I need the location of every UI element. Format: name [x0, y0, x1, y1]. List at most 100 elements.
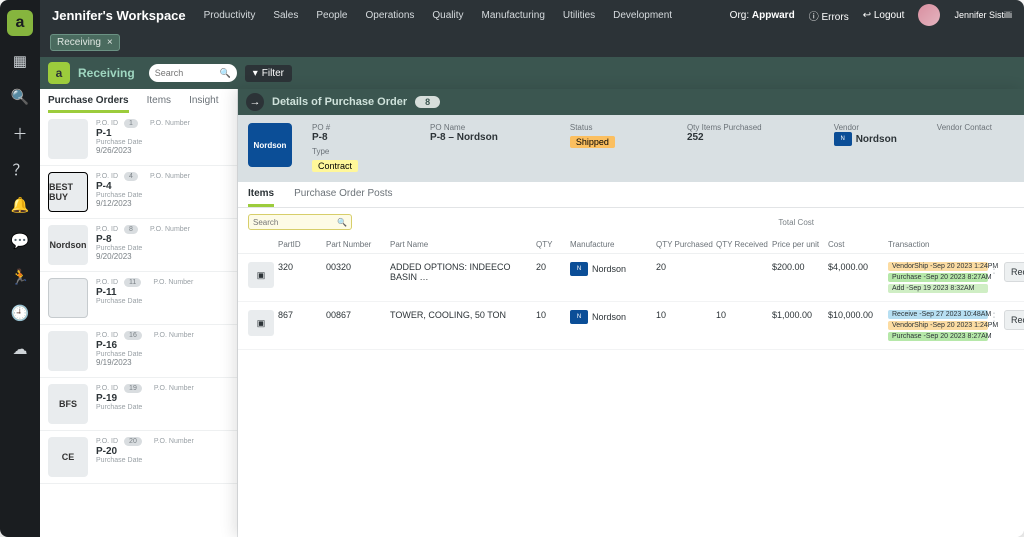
po-sidebar: Purchase Orders Items Insight P.O. ID1P.…	[40, 89, 238, 537]
add-icon[interactable]: ＋	[9, 122, 31, 144]
col-partname: Part Name	[390, 240, 536, 249]
drag-handle-icon[interactable]: ⋮	[988, 262, 1000, 276]
list-item[interactable]: CEP.O. ID20P.O. NumberP-20Purchase Date	[40, 431, 237, 484]
cell-cost: $4,000.00	[828, 262, 888, 272]
col-ppu: Price per unit	[772, 240, 828, 249]
nav-utilities[interactable]: Utilities	[563, 10, 595, 21]
receive-button[interactable]: Receive	[1004, 262, 1024, 282]
list-item[interactable]: P.O. ID1P.O. NumberP-1Purchase Date9/26/…	[40, 113, 237, 166]
list-item[interactable]: P.O. ID16P.O. NumberP-16Purchase Date9/1…	[40, 325, 237, 378]
list-item[interactable]: NordsonP.O. ID8P.O. NumberP-8Purchase Da…	[40, 219, 237, 272]
po-thumb	[48, 119, 88, 159]
detail-toolbar: 🔍 Total Cost	[238, 208, 1024, 236]
errors-link[interactable]: ⓘ Errors	[809, 8, 849, 23]
apps-icon[interactable]: ▦	[9, 50, 31, 72]
run-icon[interactable]: 🏃	[9, 266, 31, 288]
po-thumb: BEST BUY	[48, 172, 88, 212]
org-label: Org: Appward	[730, 10, 795, 21]
nav-quality[interactable]: Quality	[432, 10, 463, 21]
main-area: Jennifer's Workspace Productivity Sales …	[40, 0, 1024, 537]
val-poname: P-8 – Nordson	[430, 132, 520, 143]
cell-mfg: NNordson	[570, 310, 656, 324]
cell-qty: 10	[536, 310, 570, 320]
breadcrumb-chip[interactable]: Receiving ×	[50, 34, 120, 51]
val-type: Contract	[312, 160, 358, 172]
close-icon[interactable]: ×	[107, 37, 113, 48]
cell-partnum: 00320	[326, 262, 390, 272]
cell-mfg: NNordson	[570, 262, 656, 276]
cloud-icon[interactable]: ☁	[9, 338, 31, 360]
nav-operations[interactable]: Operations	[365, 10, 414, 21]
cell-ppu: $1,000.00	[772, 310, 828, 320]
module-search-input[interactable]	[155, 68, 220, 78]
detail-search[interactable]: 🔍	[248, 214, 352, 230]
po-thumb: BFS	[48, 384, 88, 424]
po-thumb	[48, 278, 88, 318]
list-item[interactable]: BFSP.O. ID19P.O. NumberP-19Purchase Date	[40, 378, 237, 431]
chat-icon[interactable]: 💬	[9, 230, 31, 252]
module-title: Receiving	[78, 66, 135, 80]
cell-transactions: Receive -Sep 27 2023 10:48AMVendorShip -…	[888, 310, 988, 341]
cell-transactions: VendorShip -Sep 20 2023 1:24PMPurchase -…	[888, 262, 988, 293]
lbl-status: Status	[570, 123, 637, 132]
detail-search-input[interactable]	[253, 218, 337, 227]
col-partnum: Part Number	[326, 240, 390, 249]
cell-partid: 320	[278, 262, 326, 272]
breadcrumb-label: Receiving	[57, 37, 101, 48]
module-search[interactable]: 🔍	[149, 64, 237, 82]
search-icon[interactable]: 🔍	[9, 86, 31, 108]
po-info-grid: PO #P-8TypeContract PO NameP-8 – Nordson…	[312, 123, 1014, 174]
col-qtyr: QTY Received	[716, 240, 772, 249]
cell-partid: 867	[278, 310, 326, 320]
po-thumb: Nordson	[48, 225, 88, 265]
search-icon[interactable]: 🔍	[219, 68, 230, 79]
total-cost-label: Total Cost	[778, 218, 814, 227]
drag-handle-icon[interactable]: ⋮	[988, 310, 1000, 324]
app-logo[interactable]: a	[7, 10, 33, 36]
list-item[interactable]: P.O. ID11P.O. NumberP-11Purchase Date	[40, 272, 237, 325]
help-icon[interactable]: ？	[9, 158, 31, 180]
receive-button[interactable]: Received	[1004, 310, 1024, 330]
detail-tabs: Items Purchase Order Posts	[238, 182, 1024, 208]
nav-manufacturing[interactable]: Manufacturing	[482, 10, 545, 21]
module-bar: a Receiving 🔍 ▾ Filter	[40, 57, 1024, 89]
tab-detail-posts[interactable]: Purchase Order Posts	[294, 188, 392, 207]
lbl-qty: Qty Items Purchased	[687, 123, 784, 132]
filter-button[interactable]: ▾ Filter	[245, 65, 292, 82]
left-icon-rail: a ▦ 🔍 ＋ ？ 🔔 💬 🏃 🕘 ☁	[0, 0, 40, 537]
cell-cost: $10,000.00	[828, 310, 888, 320]
filter-icon: ▾	[253, 68, 258, 79]
col-partid: PartID	[278, 240, 326, 249]
nav-productivity[interactable]: Productivity	[204, 10, 256, 21]
breadcrumb-bar: Receiving ×	[40, 30, 1024, 57]
avatar[interactable]	[918, 4, 940, 26]
bell-icon[interactable]: 🔔	[9, 194, 31, 216]
clock-icon[interactable]: 🕘	[9, 302, 31, 324]
part-image: ▣	[248, 310, 274, 336]
collapse-icon[interactable]: →	[246, 93, 264, 111]
val-status: Shipped	[570, 136, 615, 148]
cell-qty: 20	[536, 262, 570, 272]
table-row: ▣32000320ADDED OPTIONS: INDEECO BASIN …2…	[238, 254, 1024, 302]
col-mfg: Manufacture	[570, 240, 656, 249]
po-thumb: CE	[48, 437, 88, 477]
po-list[interactable]: P.O. ID1P.O. NumberP-1Purchase Date9/26/…	[40, 113, 237, 537]
tab-purchase-orders[interactable]: Purchase Orders	[48, 95, 129, 113]
nav-development[interactable]: Development	[613, 10, 672, 21]
detail-count: 8	[415, 96, 440, 108]
search-icon[interactable]: 🔍	[337, 218, 347, 227]
lbl-contact: Vendor Contact	[937, 123, 992, 132]
logout-link[interactable]: ↩ Logout	[863, 10, 905, 21]
detail-header: → Details of Purchase Order 8	[238, 89, 1024, 115]
val-vendor: Nordson	[856, 134, 897, 145]
tab-detail-items[interactable]: Items	[248, 188, 274, 207]
tab-insight[interactable]: Insight	[189, 95, 218, 113]
nav-sales[interactable]: Sales	[273, 10, 298, 21]
lbl-vendor: Vendor	[834, 123, 897, 132]
cell-ppu: $200.00	[772, 262, 828, 272]
list-item[interactable]: BEST BUYP.O. ID4P.O. NumberP-4Purchase D…	[40, 166, 237, 219]
tab-items[interactable]: Items	[147, 95, 171, 113]
module-logo: a	[48, 62, 70, 84]
vendor-mini-logo: N	[834, 132, 852, 146]
nav-people[interactable]: People	[316, 10, 347, 21]
